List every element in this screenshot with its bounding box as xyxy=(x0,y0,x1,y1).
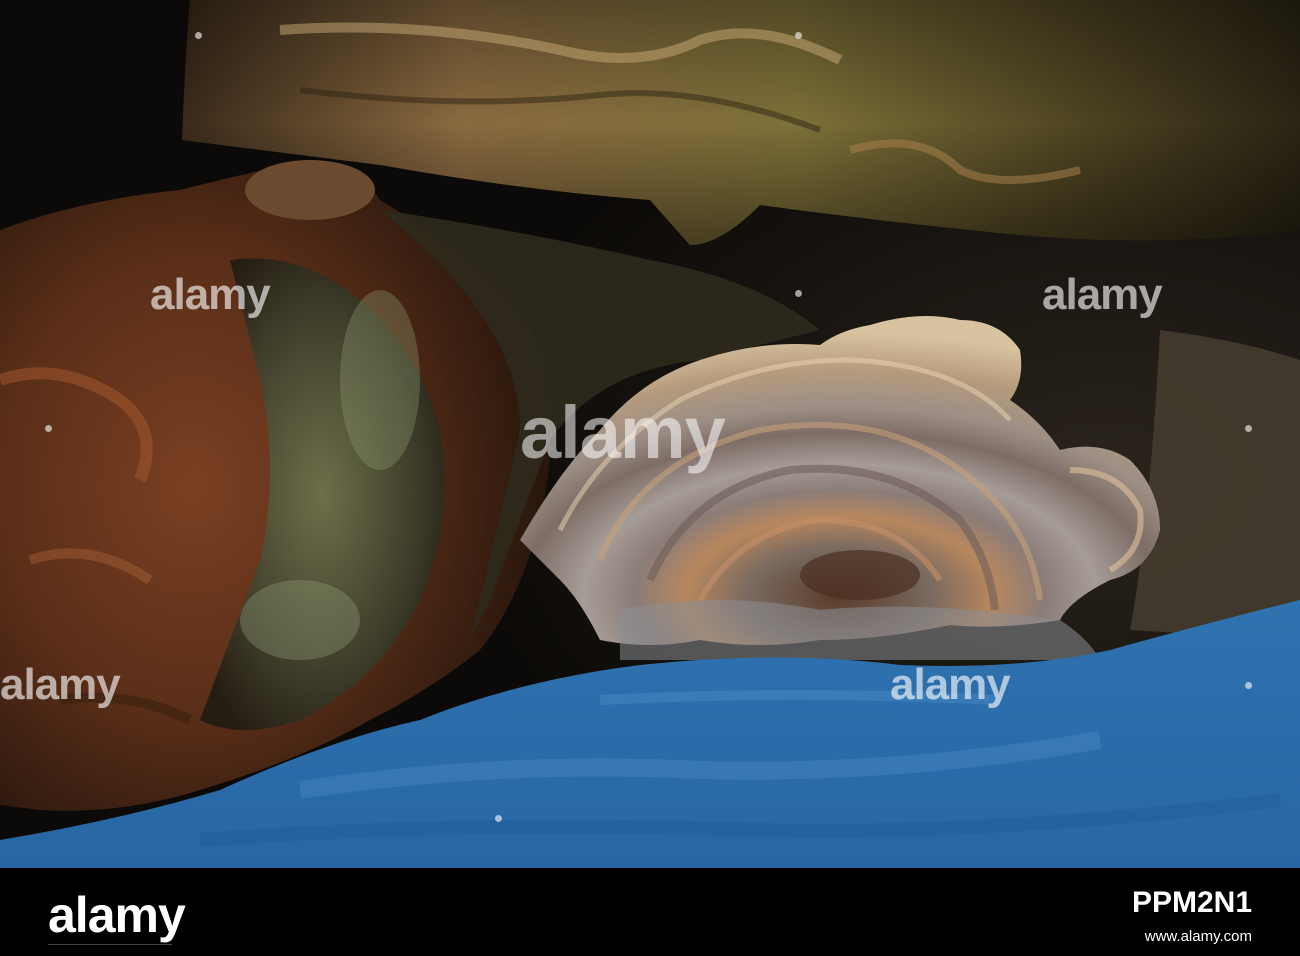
watermark-text: alamy xyxy=(0,660,121,709)
footer-bar: alamy PPM2N1 www.alamy.com xyxy=(0,868,1300,956)
watermark-text-large: alamy xyxy=(520,391,726,474)
watermark-dot xyxy=(795,32,802,39)
watermark-dot xyxy=(1245,682,1252,689)
alamy-logo: alamy xyxy=(48,887,186,943)
logo-underline xyxy=(48,944,172,945)
site-url: www.alamy.com xyxy=(1144,928,1252,945)
watermark-text: alamy xyxy=(890,660,1011,709)
watermark-dot xyxy=(795,290,802,297)
photo: alamy alamy alamy alamy alamy xyxy=(0,0,1300,868)
watermark-dot xyxy=(495,815,502,822)
image-id: PPM2N1 xyxy=(1131,886,1252,919)
watermark-text: alamy xyxy=(150,270,271,319)
stock-photo-page: alamy alamy alamy alamy alamy alamy PPM2… xyxy=(0,0,1300,956)
watermark-dot xyxy=(195,32,202,39)
watermark-dot xyxy=(45,425,52,432)
watermark-dot xyxy=(1245,425,1252,432)
watermark-text: alamy xyxy=(1042,270,1163,319)
